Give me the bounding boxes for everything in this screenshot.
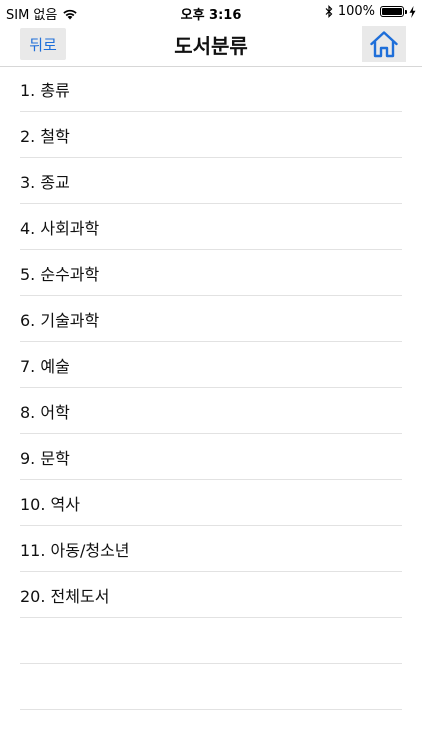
list-item-label: 20. 전체도서 [20, 586, 110, 606]
category-list: 1. 총류 2. 철학 3. 종교 4. 사회과학 5. 순수과학 6. 기술과… [20, 66, 402, 710]
list-item-label: 9. 문학 [20, 448, 70, 468]
list-item[interactable]: 1. 총류 [20, 66, 402, 112]
list-item-label: 8. 어학 [20, 402, 70, 422]
list-item[interactable]: 2. 철학 [20, 112, 402, 158]
battery-level [382, 8, 402, 15]
list-item[interactable]: 20. 전체도서 [20, 572, 402, 618]
home-icon [370, 31, 398, 58]
list-item-label: 4. 사회과학 [20, 218, 100, 238]
list-item[interactable]: 9. 문학 [20, 434, 402, 480]
list-item[interactable]: 3. 종교 [20, 158, 402, 204]
list-item-label: 2. 철학 [20, 126, 70, 146]
home-button[interactable] [362, 26, 406, 62]
list-item-label: 3. 종교 [20, 172, 70, 192]
list-item[interactable]: 4. 사회과학 [20, 204, 402, 250]
list-item[interactable]: 7. 예술 [20, 342, 402, 388]
status-right: 100% [325, 4, 416, 19]
navigation-bar: 뒤로 도서분류 [0, 22, 422, 67]
list-item-label: 6. 기술과학 [20, 310, 100, 330]
empty-list-row [20, 664, 402, 710]
list-item[interactable]: 11. 아동/청소년 [20, 526, 402, 572]
list-item[interactable]: 8. 어학 [20, 388, 402, 434]
page-title: 도서분류 [174, 34, 248, 58]
list-item-label: 7. 예술 [20, 356, 70, 376]
status-bar: SIM 없음 오후 3:16 100% [0, 0, 422, 23]
list-item[interactable]: 10. 역사 [20, 480, 402, 526]
list-item-label: 11. 아동/청소년 [20, 540, 130, 560]
list-item-label: 5. 순수과학 [20, 264, 100, 284]
empty-list-row [20, 618, 402, 664]
list-item-label: 1. 총류 [20, 80, 70, 100]
battery-icon [380, 6, 407, 17]
list-item[interactable]: 6. 기술과학 [20, 296, 402, 342]
list-item[interactable]: 5. 순수과학 [20, 250, 402, 296]
bluetooth-icon [325, 5, 333, 18]
charging-icon [409, 5, 416, 18]
battery-percent: 100% [337, 4, 375, 19]
list-item-label: 10. 역사 [20, 494, 80, 514]
